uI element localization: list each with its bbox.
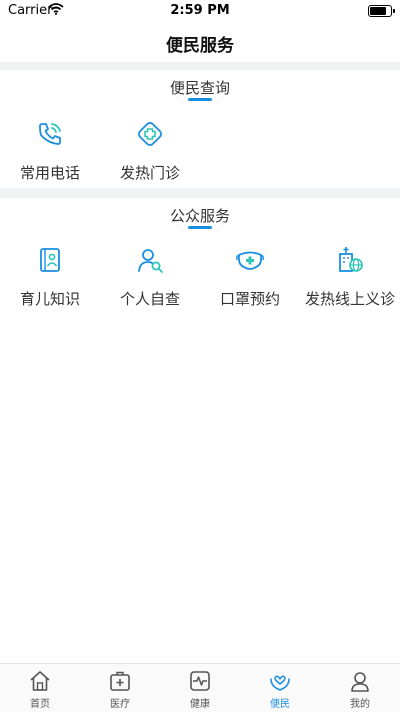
service-common-phone[interactable]: 常用电话 [0, 120, 100, 183]
service-label: 常用电话 [19, 164, 80, 182]
mask-icon [236, 251, 264, 270]
page-title: 便民服务 [166, 36, 234, 56]
service-label: 发热门诊 [119, 164, 180, 182]
hospital-globe-icon [339, 247, 363, 272]
service-label: 育儿知识 [19, 290, 80, 308]
service-fever-online-consult[interactable]: 发热线上义诊 [300, 246, 400, 309]
service-parenting-knowledge[interactable]: 育儿知识 [0, 246, 100, 309]
heartbeat-icon [190, 671, 210, 691]
service-mask-reservation[interactable]: 口罩预约 [200, 246, 300, 309]
navigation-bar: 便民服务 [0, 22, 400, 62]
tab-label: 健康 [190, 699, 210, 710]
section-convenience-query: 便民查询 常用电话 发热门诊 [0, 70, 400, 188]
header-divider [0, 62, 400, 70]
tab-health[interactable]: 健康 [160, 664, 240, 712]
tab-home[interactable]: 首页 [0, 664, 80, 712]
tab-mine[interactable]: 我的 [320, 664, 400, 712]
heart-hands-icon [270, 675, 290, 691]
tab-medical[interactable]: 医疗 [80, 664, 160, 712]
tab-label: 便民 [270, 699, 290, 710]
phone-icon [39, 123, 61, 145]
status-time: 2:59 PM [170, 3, 230, 18]
service-fever-clinic[interactable]: 发热门诊 [100, 120, 200, 183]
self-check-icon [138, 249, 163, 273]
parenting-book-icon [40, 248, 60, 272]
service-label: 发热线上义诊 [304, 290, 395, 308]
battery-icon [368, 5, 395, 17]
section-title: 便民查询 [169, 79, 230, 97]
tab-label: 医疗 [110, 699, 130, 710]
medical-cross-icon [138, 122, 162, 146]
section-divider [0, 188, 400, 198]
status-bar: Carrier 2:59 PM [0, 0, 400, 22]
service-label: 口罩预约 [219, 290, 280, 308]
section-title-underline [188, 98, 212, 101]
home-icon [30, 671, 50, 691]
service-label: 个人自查 [119, 290, 180, 308]
user-icon [351, 672, 369, 692]
section-title-underline [188, 226, 212, 229]
section-public-service: 公众服务 育儿知识 个人自查 口罩预约 发热线上义诊 [0, 198, 400, 328]
tab-convenience[interactable]: 便民 [240, 664, 320, 712]
battery-level [370, 7, 387, 15]
tab-label: 我的 [350, 699, 370, 710]
tab-label: 首页 [30, 699, 50, 710]
tab-bar: 首页 医疗 健康 便民 我的 [0, 663, 400, 712]
section-title: 公众服务 [169, 207, 230, 225]
medical-kit-icon [110, 671, 130, 691]
service-self-check[interactable]: 个人自查 [100, 246, 200, 309]
